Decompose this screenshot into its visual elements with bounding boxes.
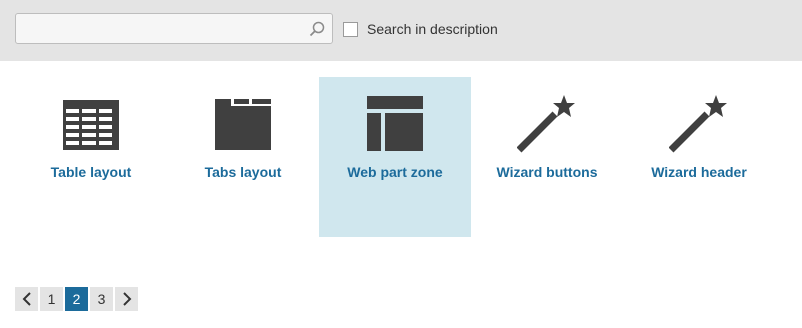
- previous-page-button[interactable]: [15, 287, 38, 311]
- filter-toolbar: Search in description: [0, 0, 802, 61]
- next-page-button[interactable]: [115, 287, 138, 311]
- layout-tiles: Table layout Tabs layout Web part zone W…: [15, 77, 795, 237]
- web-part-zone-icon: [367, 96, 423, 151]
- search-box[interactable]: [15, 13, 333, 44]
- tile-web-part-zone[interactable]: Web part zone: [319, 77, 471, 237]
- tile-wizard-buttons[interactable]: Wizard buttons: [471, 77, 623, 237]
- table-layout-icon: [63, 100, 119, 150]
- page-1-button[interactable]: 1: [40, 287, 63, 311]
- search-icon[interactable]: [308, 20, 326, 38]
- tile-label: Wizard header: [651, 164, 747, 180]
- tile-label: Wizard buttons: [496, 164, 598, 180]
- tabs-layout-icon: [215, 99, 271, 150]
- page-2-button[interactable]: 2: [65, 287, 88, 311]
- tile-label: Web part zone: [347, 164, 443, 180]
- page-3-button[interactable]: 3: [90, 287, 113, 311]
- tile-wizard-header[interactable]: Wizard header: [623, 77, 775, 237]
- tile-table-layout[interactable]: Table layout: [15, 77, 167, 237]
- magic-wand-icon: [669, 95, 727, 153]
- tile-tabs-layout[interactable]: Tabs layout: [167, 77, 319, 237]
- chevron-left-icon: [22, 292, 31, 306]
- search-in-description-checkbox[interactable]: [343, 22, 358, 37]
- tile-label: Tabs layout: [204, 164, 282, 180]
- search-in-description-label[interactable]: Search in description: [367, 21, 498, 37]
- tile-label: Table layout: [50, 164, 132, 180]
- chevron-right-icon: [122, 292, 131, 306]
- magic-wand-icon: [517, 95, 575, 153]
- search-input[interactable]: [16, 14, 306, 43]
